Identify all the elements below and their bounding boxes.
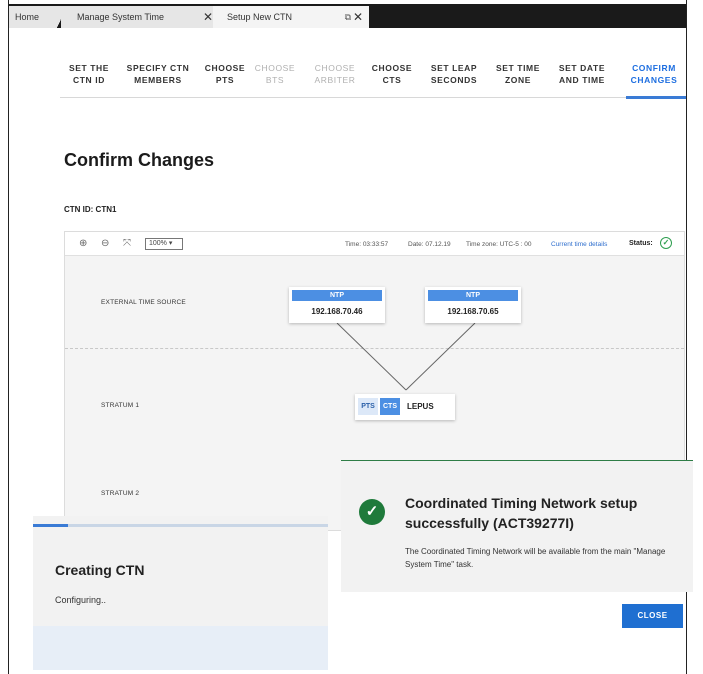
server-node-lepus[interactable]: PTS CTS LEPUS [355,394,455,420]
ntp-source-node[interactable]: NTP 192.168.70.46 [289,287,385,323]
tab-home-label: Home [15,12,40,22]
window-frame-left [8,0,9,674]
dialog-title: Creating CTN [55,562,145,578]
connector-line [405,322,476,391]
close-icon[interactable]: ✕ [353,10,363,24]
tab-manage-system-time[interactable]: Manage System Time ✕ [61,6,219,28]
step-choose-cts[interactable]: CHOOSE CTS [369,62,415,86]
step-set-ctn-id[interactable]: SET THE CTN ID [64,62,114,86]
close-button[interactable]: CLOSE [622,604,683,628]
step-set-leap-seconds[interactable]: SET LEAP SECONDS [426,62,482,86]
tab-setup-new-ctn[interactable]: Setup New CTN ⧉ ✕ [213,6,369,28]
progress-bar [33,524,69,527]
step-choose-bts: CHOOSE BTS [254,63,296,85]
step-specify-ctn-members[interactable]: SPECIFY CTN MEMBERS [122,62,194,86]
dialog-footer [33,626,328,670]
dialog-status: Configuring.. [55,595,107,605]
step-set-date-and-time[interactable]: SET DATE AND TIME [555,62,609,86]
step-choose-arbiter: CHOOSE ARBITER [314,63,356,85]
server-name: LEPUS [407,402,434,411]
tab-home[interactable]: Home [9,6,55,28]
ntp-source-node[interactable]: NTP 192.168.70.65 [425,287,521,323]
ctn-id-label: CTN ID: CTN1 [64,205,117,214]
page-title: Confirm Changes [64,150,215,170]
ntp-source-type: NTP [292,290,382,301]
progress-track [33,524,328,527]
ntp-source-type: NTP [428,290,518,301]
ntp-source-ip: 192.168.70.46 [311,307,363,316]
success-notification: ✓ Coordinated Timing Network setup succe… [341,460,693,592]
step-confirm-changes[interactable]: CONFIRM CHANGES [626,62,682,86]
tab-manage-label: Manage System Time [77,12,165,22]
close-icon[interactable]: ✕ [203,10,213,24]
role-badge-pts: PTS [358,398,378,415]
stepper-divider [60,97,685,98]
checkmark-icon: ✓ [359,499,385,525]
connector-line [336,322,407,391]
step-set-time-zone[interactable]: SET TIME ZONE [492,62,544,86]
creating-ctn-dialog: Creating CTN Configuring.. [33,516,328,670]
ntp-source-ip: 192.168.70.65 [447,307,499,316]
tab-setup-label: Setup New CTN [227,12,293,22]
step-choose-pts[interactable]: CHOOSE PTS [203,62,247,86]
wizard-stepper: SET THE CTN ID SPECIFY CTN MEMBERS CHOOS… [60,62,685,98]
role-badge-cts: CTS [380,398,400,415]
notification-body: The Coordinated Timing Network will be a… [405,547,666,569]
popout-icon[interactable]: ⧉ [345,12,351,23]
stepper-active-indicator [626,96,686,99]
notification-title: Coordinated Timing Network setup success… [405,495,638,531]
tab-bar: Home Manage System Time ✕ Setup New CTN … [9,4,686,28]
